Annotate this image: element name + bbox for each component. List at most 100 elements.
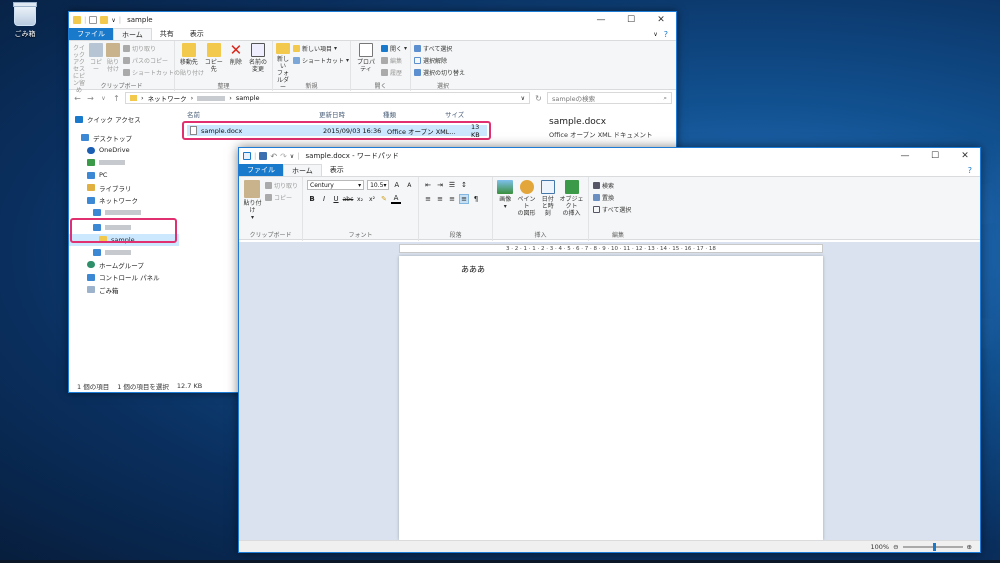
save-icon[interactable] — [259, 152, 268, 160]
paragraph-settings-icon[interactable]: ¶ — [471, 194, 481, 204]
tab-share[interactable]: 共有 — [152, 28, 182, 40]
separator: | — [118, 16, 122, 24]
nav-library[interactable]: ライブラリ — [69, 182, 179, 195]
address-bar[interactable]: › ネットワーク › › sample ∨ — [125, 92, 530, 104]
nav-quick-access[interactable]: クイック アクセス — [69, 113, 179, 126]
address-sample[interactable]: sample — [236, 94, 260, 102]
explorer-ribbon: クイック アクセス にピン留め コピー 貼り付け 切り取り パスのコピー ショー… — [69, 40, 676, 94]
zoom-slider[interactable] — [902, 542, 963, 551]
redo-icon[interactable]: ↷ — [280, 152, 287, 161]
invert-selection-button[interactable]: 選択の切り替え — [414, 68, 465, 77]
font-family-select[interactable]: Century ▾ — [307, 180, 365, 190]
document-text[interactable]: あああ — [461, 264, 485, 275]
picture-icon — [497, 180, 514, 194]
tab-home[interactable]: ホーム — [283, 164, 322, 176]
align-left-icon[interactable]: ≡ — [423, 194, 433, 204]
nav-desktop[interactable]: デスクトップ — [69, 132, 179, 145]
address-network[interactable]: ネットワーク — [148, 93, 187, 103]
nav-onedrive[interactable]: OneDrive — [69, 144, 179, 157]
line-spacing-icon[interactable]: ↕ — [459, 180, 469, 190]
nav-recycle-bin[interactable]: ごみ箱 — [69, 284, 179, 297]
close-button[interactable]: ✕ — [950, 148, 980, 164]
align-center-icon[interactable]: ≡ — [435, 194, 445, 204]
history-button[interactable]: 履歴 — [380, 68, 407, 77]
new-folder-icon[interactable] — [100, 16, 109, 24]
find-button[interactable]: 検索 — [593, 181, 631, 190]
zoom-slider-thumb[interactable] — [932, 542, 936, 551]
superscript-icon[interactable]: x² — [367, 194, 377, 204]
undo-icon[interactable]: ↶ — [270, 152, 277, 161]
select-all-button[interactable]: すべて選択 — [593, 205, 631, 214]
ruler[interactable]: 3 · 2 · 1 · 1 · 2 · 3 · 4 · 5 · 6 · 7 · … — [399, 244, 823, 253]
shrink-font-icon[interactable]: A — [405, 180, 414, 190]
maximize-button[interactable]: ☐ — [920, 148, 950, 164]
subscript-icon[interactable]: x₂ — [355, 194, 365, 204]
justify-icon[interactable]: ≡ — [459, 194, 469, 204]
recent-chevron-icon[interactable]: ∨ — [99, 95, 108, 102]
nav-pc[interactable]: PC — [69, 169, 179, 182]
bullet-list-icon[interactable]: ☰ — [447, 180, 457, 190]
search-input[interactable]: sampleの検索 ⌕ — [547, 92, 672, 104]
nav-homegroup[interactable]: ホームグループ — [69, 259, 179, 272]
decrease-indent-icon[interactable]: ⇤ — [423, 180, 433, 190]
chevron-down-icon[interactable]: ∨ — [111, 17, 115, 24]
back-arrow-icon[interactable]: ← — [73, 94, 82, 103]
tab-file[interactable]: ファイル — [69, 28, 113, 40]
column-modified[interactable]: 更新日時 — [319, 109, 345, 119]
align-right-icon[interactable]: ≡ — [447, 194, 457, 204]
font-size-select[interactable]: 10.5 ▾ — [367, 180, 390, 190]
new-item-button[interactable]: 新しい項目 ▾ — [293, 44, 349, 53]
strikethrough-icon[interactable]: abc — [343, 194, 354, 204]
grow-font-icon[interactable]: A — [392, 180, 401, 190]
bold-icon[interactable]: B — [307, 194, 317, 204]
column-type[interactable]: 種類 — [383, 109, 396, 119]
edit-button[interactable]: 編集 — [380, 56, 407, 65]
select-group-label: 選択 — [436, 83, 449, 90]
font-color-icon[interactable]: A — [391, 194, 401, 204]
replace-button[interactable]: 置換 — [593, 193, 631, 202]
close-button[interactable]: ✕ — [646, 12, 676, 28]
tab-view[interactable]: 表示 — [322, 164, 352, 176]
zoom-out-icon[interactable]: ⊖ — [893, 543, 898, 551]
host-name-blurred — [105, 249, 131, 255]
refresh-icon[interactable]: ↻ — [534, 94, 543, 103]
chevron-down-icon[interactable]: ∨ — [521, 95, 525, 102]
select-all-button[interactable]: すべて選択 — [414, 44, 465, 53]
chevron-down-icon[interactable]: ∨ — [653, 31, 657, 38]
increase-indent-icon[interactable]: ⇥ — [435, 180, 445, 190]
help-icon[interactable]: ? — [664, 30, 668, 39]
shortcut-button[interactable]: ショートカット ▾ — [293, 56, 349, 65]
help-icon[interactable]: ? — [968, 166, 972, 175]
open-button[interactable]: 開く ▾ — [380, 44, 407, 53]
zoom-in-icon[interactable]: ⊕ — [967, 543, 972, 551]
cut-button[interactable]: 切り取り — [264, 181, 298, 190]
recycle-bin-desktop-icon[interactable]: ごみ箱 — [8, 2, 42, 39]
tab-file[interactable]: ファイル — [239, 164, 283, 176]
tab-home[interactable]: ホーム — [113, 28, 152, 40]
document-page[interactable]: あああ — [399, 256, 823, 540]
copy-button[interactable]: コピー — [264, 193, 298, 202]
up-arrow-icon[interactable]: ↑ — [112, 94, 121, 103]
minimize-button[interactable]: — — [890, 148, 920, 164]
column-name[interactable]: 名前 — [187, 109, 200, 119]
nav-label: ライブラリ — [99, 184, 132, 193]
status-selected: 1 個の項目を選択 — [117, 383, 169, 391]
minimize-button[interactable]: — — [586, 12, 616, 28]
highlight-pen-icon[interactable]: ✎ — [379, 194, 389, 204]
address-host-blurred[interactable] — [197, 95, 226, 101]
nav-network[interactable]: ネットワーク — [69, 194, 179, 207]
tab-view[interactable]: 表示 — [182, 28, 212, 40]
maximize-button[interactable]: ☐ — [616, 12, 646, 28]
italic-icon[interactable]: I — [319, 194, 329, 204]
properties-icon[interactable] — [89, 16, 98, 24]
column-size[interactable]: サイズ — [445, 109, 464, 119]
nav-network-host-3[interactable] — [69, 246, 179, 259]
nav-user[interactable] — [69, 157, 179, 170]
chevron-down-icon[interactable]: ∨ — [290, 153, 294, 160]
underline-icon[interactable]: U — [331, 194, 341, 204]
cloud-icon — [87, 146, 95, 154]
select-none-button[interactable]: 選択解除 — [414, 56, 465, 65]
forward-arrow-icon[interactable]: → — [86, 94, 95, 103]
nav-control-panel[interactable]: コントロール パネル — [69, 271, 179, 284]
folder-icon — [73, 16, 81, 24]
